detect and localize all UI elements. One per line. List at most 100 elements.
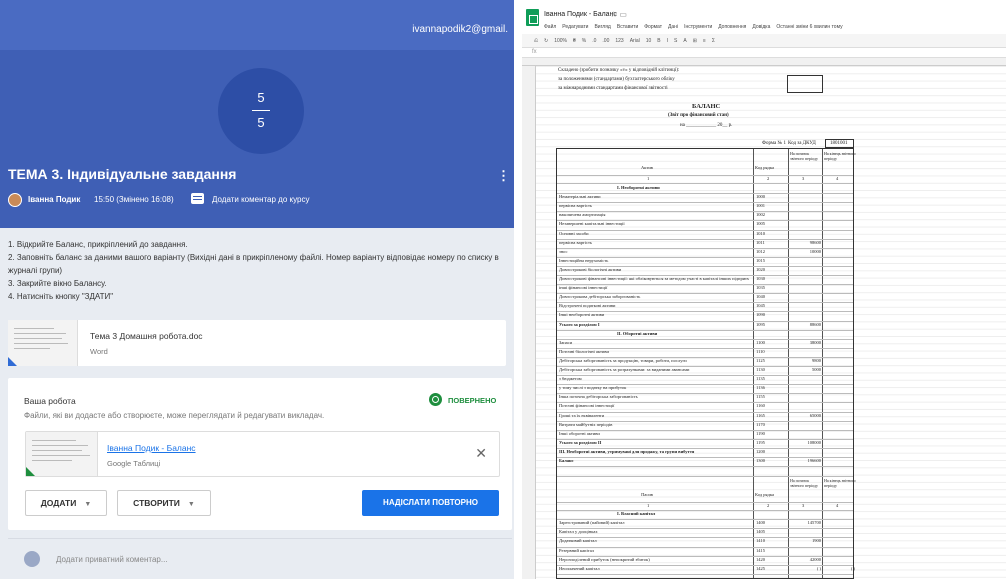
table-cell[interactable]: 1405 <box>756 529 786 534</box>
toolbar-button[interactable]: 10 <box>646 38 652 44</box>
table-cell[interactable]: 1035 <box>756 285 786 290</box>
toolbar-button[interactable]: 100% <box>554 38 567 44</box>
table-cell[interactable]: 1410 <box>756 538 786 543</box>
table-cell[interactable]: 1130 <box>756 367 786 372</box>
table-cell[interactable]: Інвестиційна нерухомість <box>559 258 749 263</box>
resubmit-button[interactable]: НАДІСЛАТИ ПОВТОРНО <box>362 490 499 516</box>
table-cell[interactable]: 1002 <box>756 212 786 217</box>
table-cell[interactable]: Усього за розділом II <box>559 440 749 445</box>
table-cell[interactable]: 9800 <box>790 358 821 363</box>
table-cell[interactable]: Нерозподілений прибуток (непокритий збит… <box>559 557 749 562</box>
table-cell[interactable]: Код рядка <box>755 492 788 497</box>
menu-item[interactable]: Редагувати <box>562 24 588 30</box>
table-cell[interactable]: Інші необоротні активи <box>559 312 749 317</box>
menu-item[interactable]: Довідка <box>752 24 770 30</box>
formula-bar[interactable]: fx <box>522 48 1006 58</box>
toolbar-button[interactable]: .0 <box>592 38 596 44</box>
table-cell[interactable]: Усього за розділом I <box>559 322 749 327</box>
table-cell[interactable]: 1010 <box>756 231 786 236</box>
menu-item[interactable]: Інструменти <box>684 24 712 30</box>
table-cell[interactable]: 1100 <box>756 340 786 345</box>
table-cell[interactable]: 1001 <box>756 203 786 208</box>
table-cell[interactable]: Витрати майбутніх періодів <box>559 422 749 427</box>
table-cell[interactable]: 1165 <box>756 413 786 418</box>
toolbar-button[interactable]: ⎌ <box>534 38 538 44</box>
table-cell[interactable]: 1400 <box>756 520 786 525</box>
table-cell[interactable]: Баланс <box>559 458 749 463</box>
table-cell[interactable]: 1125 <box>756 358 786 363</box>
table-cell[interactable]: Відстрочені податкові активи <box>559 303 749 308</box>
table-cell[interactable]: 1200 <box>756 449 786 454</box>
menu-item[interactable]: Вставити <box>617 24 638 30</box>
table-cell[interactable]: 1160 <box>756 403 786 408</box>
table-cell[interactable]: 1300 <box>756 458 786 463</box>
table-cell[interactable]: Поточні біологічні активи <box>559 349 749 354</box>
attachment-card[interactable]: Тема 3 Домашня робота.doc Word <box>8 320 506 366</box>
table-cell[interactable]: 88600 <box>790 322 821 327</box>
table-cell[interactable]: Основні засоби <box>559 231 749 236</box>
table-cell[interactable]: Довгострокова дебіторська заборгованість <box>559 294 749 299</box>
account-email[interactable]: ivannapodik2@gmail. <box>412 24 508 35</box>
table-cell[interactable]: у тому числі з податку на прибуток <box>559 385 749 390</box>
table-cell[interactable]: Неоплачений капітал <box>559 566 749 571</box>
table-cell[interactable]: Резервний капітал <box>559 548 749 553</box>
toolbar-button[interactable]: S <box>674 38 677 44</box>
table-cell[interactable]: III. Необоротні активи, утримувані для п… <box>559 449 749 454</box>
table-cell[interactable]: Капітал у дооцінках <box>559 529 749 534</box>
table-cell[interactable]: 1170 <box>756 422 786 427</box>
toolbar-button[interactable]: I <box>667 38 668 44</box>
table-cell[interactable]: 108000 <box>790 440 822 445</box>
table-cell[interactable]: 2 <box>767 176 777 181</box>
table-cell[interactable]: Дебіторська заборгованість за розрахунка… <box>559 367 749 372</box>
table-cell[interactable]: Гроші та їх еквіваленти <box>559 413 749 418</box>
checkbox-cell[interactable] <box>787 75 823 93</box>
star-icon[interactable]: ☆ ▭ <box>610 10 627 19</box>
column-headers[interactable] <box>522 58 1006 66</box>
menu-item[interactable]: Доповнення <box>718 24 746 30</box>
table-cell[interactable]: 2 <box>767 503 777 508</box>
toolbar-button[interactable]: % <box>582 38 586 44</box>
table-cell[interactable]: I. Необоротні активи <box>617 185 807 190</box>
table-cell[interactable]: первісна вартість <box>559 203 749 208</box>
table-cell[interactable]: Довгострокові фінансові інвестиції: які … <box>559 276 749 281</box>
table-cell[interactable]: знос <box>559 249 749 254</box>
row-headers[interactable] <box>522 66 536 579</box>
table-cell[interactable]: 3 <box>802 176 812 181</box>
table-cell[interactable]: На початок звітного періоду <box>790 478 823 488</box>
toolbar-button[interactable]: A <box>683 38 686 44</box>
toolbar-button[interactable]: .00 <box>602 38 609 44</box>
toolbar-button[interactable]: ↻ <box>544 38 548 44</box>
table-cell[interactable]: Поточні фінансові інвестиції <box>559 403 749 408</box>
table-cell[interactable]: 1425 <box>756 566 786 571</box>
table-cell[interactable]: Інша поточна дебіторська заборгованість <box>559 394 749 399</box>
table-cell[interactable]: Дебіторська заборгованість за продукцію,… <box>559 358 749 363</box>
table-cell[interactable]: 1095 <box>756 322 786 327</box>
menu-item[interactable]: Файл <box>544 24 556 30</box>
table-cell[interactable]: 4 <box>836 176 846 181</box>
table-cell[interactable]: 1011 <box>756 240 786 245</box>
work-file-name[interactable]: Іванна Подик - Баланс <box>107 443 196 453</box>
table-cell[interactable]: 3 <box>802 503 812 508</box>
table-cell[interactable]: 1005 <box>756 221 786 226</box>
table-cell[interactable]: 98600 <box>790 240 821 245</box>
table-cell[interactable]: 38000 <box>790 340 821 345</box>
table-cell[interactable]: 1015 <box>756 258 786 263</box>
comment-icon[interactable] <box>191 193 204 204</box>
table-cell[interactable]: з бюджетом <box>559 376 749 381</box>
more-vert-icon[interactable]: ⋮ <box>497 168 510 184</box>
table-cell[interactable]: Інші оборотні активи <box>559 431 749 436</box>
table-cell[interactable]: На кінець звітного періоду <box>824 151 857 161</box>
toolbar-button[interactable]: Arial <box>630 38 640 44</box>
add-course-comment-link[interactable]: Додати коментар до курсу <box>212 195 309 204</box>
toolbar-button[interactable]: ⊞ <box>693 38 697 44</box>
table-cell[interactable]: 4 <box>836 503 846 508</box>
add-button[interactable]: ДОДАТИ ▼ <box>25 490 107 516</box>
table-cell[interactable]: накопичена амортизація <box>559 212 749 217</box>
table-cell[interactable]: 1045 <box>756 303 786 308</box>
table-cell[interactable]: 1135 <box>756 376 786 381</box>
menu-item[interactable]: Вигляд <box>594 24 610 30</box>
table-cell[interactable]: 1040 <box>756 294 786 299</box>
table-cell[interactable]: 145700 <box>790 520 822 525</box>
table-cell[interactable]: II. Оборотні активи <box>617 331 807 336</box>
table-cell[interactable]: Незавершені капітальні інвестиції <box>559 221 749 226</box>
